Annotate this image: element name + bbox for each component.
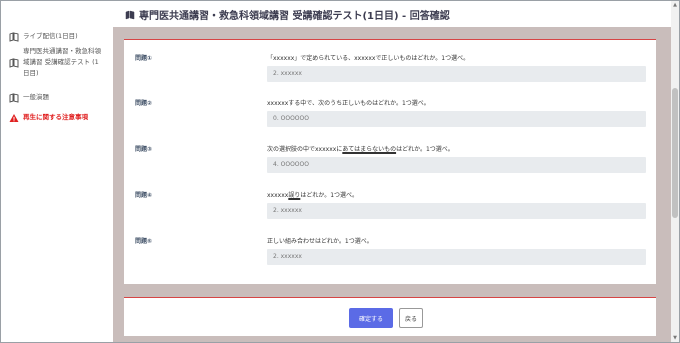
sidebar-item-label-line: 日目) [23,69,39,77]
question-label: 問題⑤ [135,238,153,245]
answer-field: 0. OOOOOO [267,111,646,127]
question-text: 「xxxxxx」で定められている、xxxxxxで正しいものはどれか。1つ選べ。 [267,55,470,62]
question-card: 問題① 「xxxxxx」で定められている、xxxxxxで正しいものはどれか。1つ… [124,39,656,284]
sidebar-item-label-line: 専門医共通講習・救急科領 [23,47,101,55]
scroll-down-icon[interactable]: ▼ [672,335,678,341]
sidebar-item-label: ライブ配信(1日目) [23,32,78,40]
question-text-part: 次の選択肢の中でxxxxxxに [267,146,343,153]
sidebar-item-label: 再生に関する注意事項 [23,113,88,121]
sidebar-item-test[interactable]: 専門医共通講習・救急科領 域講習 受講確認テスト (1 日目) [9,46,101,79]
warning-icon [9,114,19,122]
question-text-emphasis: あてはまらないもの [342,146,397,153]
scroll-thumb[interactable] [672,88,678,218]
submit-button[interactable]: 確定する [349,308,393,328]
scroll-up-icon[interactable]: ▲ [672,2,678,8]
answer-field: 2. xxxxxx [267,249,646,265]
sidebar-item-notice[interactable]: 再生に関する注意事項 [9,112,88,123]
question-label: 問題④ [135,192,153,199]
scrollbar[interactable]: ▲ ▼ [671,1,679,342]
sidebar-item-label: 一般演題 [23,93,49,101]
answer-field: 4. OOOOOO [267,157,646,173]
question-label: 問題② [135,100,153,107]
header: 専門医共通講習・救急科領域講習 受講確認テスト(1日目) - 回答確認 [113,1,671,27]
sidebar: ライブ配信(1日目) 専門医共通講習・救急科領 域講習 受講確認テスト (1 日… [1,1,113,342]
book-icon [125,10,135,19]
page-title: 専門医共通講習・救急科領域講習 受講確認テスト(1日目) - 回答確認 [139,11,450,22]
sidebar-item-label-block: 専門医共通講習・救急科領 域講習 受講確認テスト (1 日目) [23,46,101,79]
back-button[interactable]: 戻る [399,308,423,328]
sidebar-item-general[interactable]: 一般演題 [9,92,49,103]
answer-field: 2. xxxxxx [267,66,646,82]
answer-field: 2. xxxxxx [267,203,646,219]
sidebar-item-live[interactable]: ライブ配信(1日目) [9,31,78,42]
book-icon [9,32,19,42]
question-label: 問題① [135,55,153,62]
question-label: 問題③ [135,146,153,153]
page-title-row: 専門医共通講習・救急科領域講習 受講確認テスト(1日目) - 回答確認 [125,7,450,22]
question-text: 正しい組み合わせはどれか。1つ選べ。 [267,238,373,245]
question-text: xxxxxxする中で、次のうち正しいものはどれか。1つ選べ。 [267,100,430,107]
question-text-part: xxxxxx [267,192,289,199]
question-text-emphasis: 誤り [288,192,301,199]
question-text-part: はどれか。1つ選べ。 [396,146,454,153]
question-text: 次の選択肢の中でxxxxxxにあてはまらないものはどれか。1つ選べ。 [267,144,454,153]
book-icon [9,93,19,103]
footer-actions: 確定する 戻る [124,297,656,336]
book-icon [9,58,19,68]
sidebar-item-label-line: 域講習 受講確認テスト (1 [23,58,99,66]
question-text-part: はどれか。1つ選べ。 [300,192,359,199]
question-text: xxxxxx誤りはどれか。1つ選べ。 [267,190,358,199]
